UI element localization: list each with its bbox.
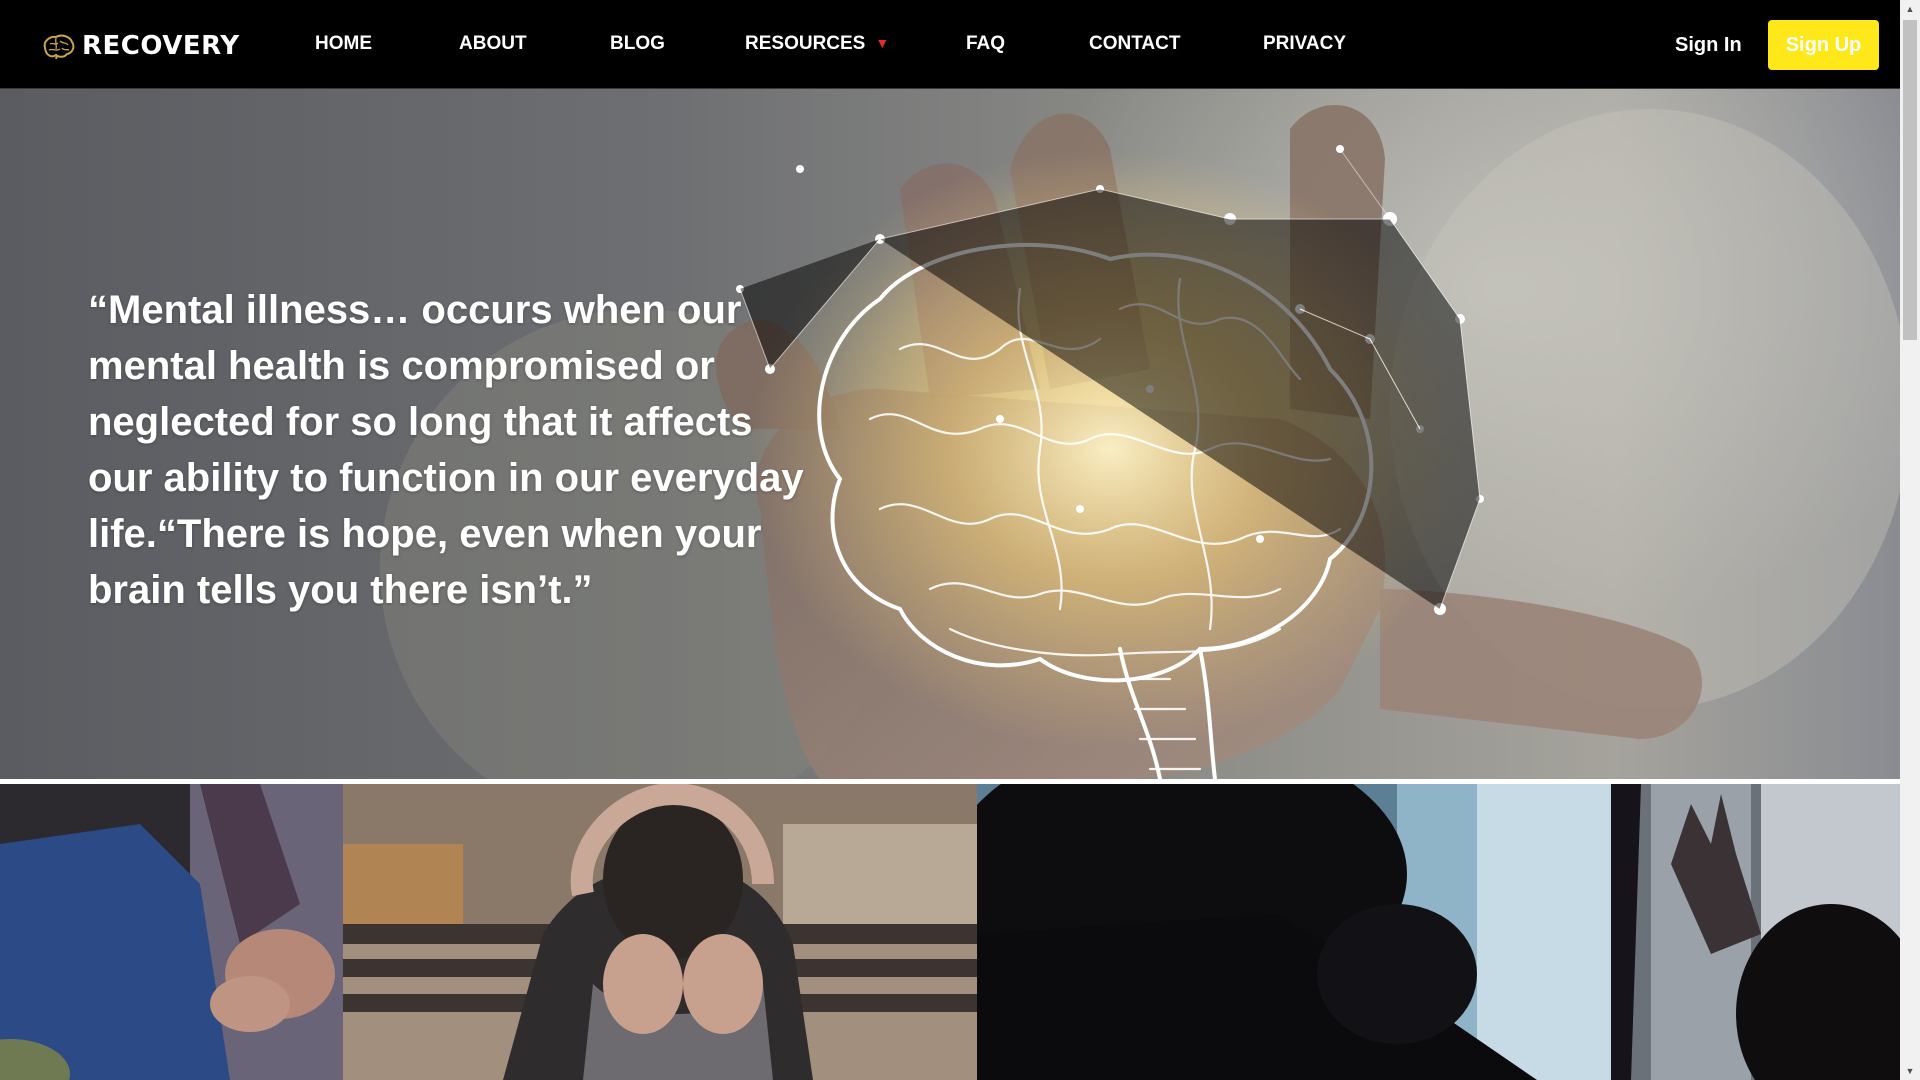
sign-up-button[interactable]: Sign Up [1768,20,1879,70]
sign-in-link[interactable]: Sign In [1675,34,1742,57]
photo-gallery [0,784,1900,1080]
hero-quote: “Mental illness… occurs when our mental … [88,288,804,612]
nav-resources-label: RESOURCES [745,33,866,54]
nav-about[interactable]: ABOUT [459,33,527,55]
photo-person-on-bench [343,784,977,1080]
nav-resources[interactable]: RESOURCES ▼ [745,33,889,55]
page-scrollbar[interactable]: ▲ ▼ [1900,0,1920,1080]
nav-privacy[interactable]: PRIVACY [1263,33,1346,55]
brain-icon [43,34,75,60]
top-navbar: RECOVERY HOME ABOUT BLOG RESOURCES ▼ FAQ … [0,0,1900,89]
dropdown-caret-icon: ▼ [875,35,890,51]
brand-logo-link[interactable]: RECOVERY [40,29,240,63]
hero-banner: “Mental illness… occurs when our mental … [0,89,1900,779]
scroll-down-arrow-icon[interactable]: ▼ [1900,1062,1920,1080]
photo-clasped-hands [0,784,343,1080]
nav-home[interactable]: HOME [315,33,372,55]
nav-contact[interactable]: CONTACT [1089,33,1180,55]
photo-silhouette-hand-on-wall [1611,784,1900,1080]
nav-faq[interactable]: FAQ [966,33,1005,55]
nav-blog[interactable]: BLOG [610,33,665,55]
brand-name: RECOVERY [82,31,240,61]
scrollbar-thumb[interactable] [1903,20,1917,340]
scroll-up-arrow-icon[interactable]: ▲ [1900,0,1920,18]
photo-silhouette-distressed [977,784,1611,1080]
